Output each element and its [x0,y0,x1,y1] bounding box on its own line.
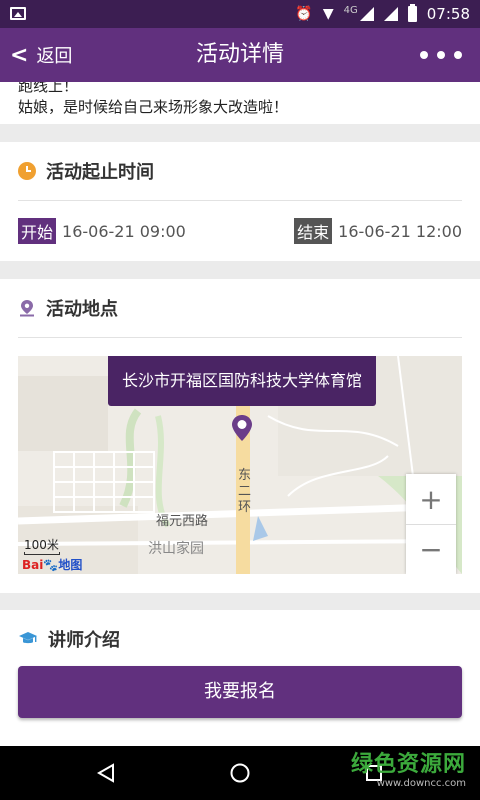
more-dot-icon [437,51,445,59]
end-tag: 结束 [294,218,333,244]
image-notification-icon [10,7,26,20]
intro-line: 姑娘，是时候给自己来场形象大改造啦！ [18,98,289,116]
location-pin-icon [20,300,34,317]
system-nav-bar: 绿色资源网 www.downcc.com [0,746,480,800]
map-scale-bar [24,552,60,555]
map-marker-icon[interactable] [231,414,253,442]
triangle-back-icon [96,763,114,783]
signal-icon [359,7,374,21]
intro-card: 跑线上！ 姑娘，是时候给自己来场形象大改造啦！ [0,82,480,124]
start-tag: 开始 [18,218,57,244]
wifi-icon: ▼ [322,6,334,22]
watermark: 绿色资源网 www.downcc.com [351,746,466,789]
time-card: 活动起止时间 开始 16-06-21 09:00 结束 16-06-21 12:… [0,142,480,261]
more-dot-icon [454,51,462,59]
lecturer-section-title: 讲师介绍 [48,630,120,651]
watermark-url: www.downcc.com [376,778,466,789]
register-button[interactable]: 我要报名 [18,666,462,718]
battery-icon [407,4,417,22]
zoom-in-button[interactable]: + [406,474,456,524]
map-view[interactable]: 东二环 福元西路 洪山家园 长沙市开福区国防科技大学体育馆 + − 100米 B… [18,356,462,574]
end-time: 16-06-21 12:00 [338,221,462,241]
time-section-header: 活动起止时间 [0,142,480,200]
intro-line: 跑线上！ [18,82,79,95]
alarm-icon: ⏰ [295,6,313,22]
more-dot-icon [420,51,428,59]
location-section-title: 活动地点 [46,299,118,320]
scroll-content[interactable]: 跑线上！ 姑娘，是时候给自己来场形象大改造啦！ 活动起止时间 开始 16-06-… [0,82,480,746]
road-label-fuyuan: 福元西路 [156,514,209,529]
network-type: 4G [343,4,358,16]
graduation-cap-icon [19,632,37,644]
clock-icon [18,162,36,180]
more-menu-button[interactable] [420,28,462,82]
page-title: 活动详情 [195,42,284,67]
map-scale-label: 100米 [24,538,59,552]
watermark-title: 绿色资源网 [350,752,466,777]
time-section-title: 活动起止时间 [46,162,154,183]
road-label-east: 东二环 [238,468,252,515]
start-time: 16-06-21 09:00 [62,221,186,241]
nav-back-button[interactable] [76,746,136,800]
baidu-map-logo: Bai🐾地图 [22,558,83,572]
location-card: 活动地点 东二环 福元西路 洪山家园 长沙市开福区国防科技大学体育馆 + − 1… [0,279,480,593]
status-time: 07:58 [426,5,470,23]
nav-home-button[interactable] [210,746,270,800]
zoom-controls: + − [406,474,456,574]
top-nav-bar: < 返回 活动详情 [0,28,480,82]
map-location-bubble[interactable]: 长沙市开福区国防科技大学体育馆 [108,356,376,406]
status-bar: ⏰ ▼ 4G 07:58 [0,0,480,28]
signal-icon-2 [383,7,398,21]
circle-home-icon [230,763,250,783]
location-section-header: 活动地点 [0,279,480,337]
lecturer-section-header: 讲师介绍 [0,610,480,668]
zoom-out-button[interactable]: − [406,524,456,574]
time-row: 开始 16-06-21 09:00 结束 16-06-21 12:00 [0,201,480,261]
place-label-hongshan: 洪山家园 [148,541,204,557]
divider [18,337,462,338]
